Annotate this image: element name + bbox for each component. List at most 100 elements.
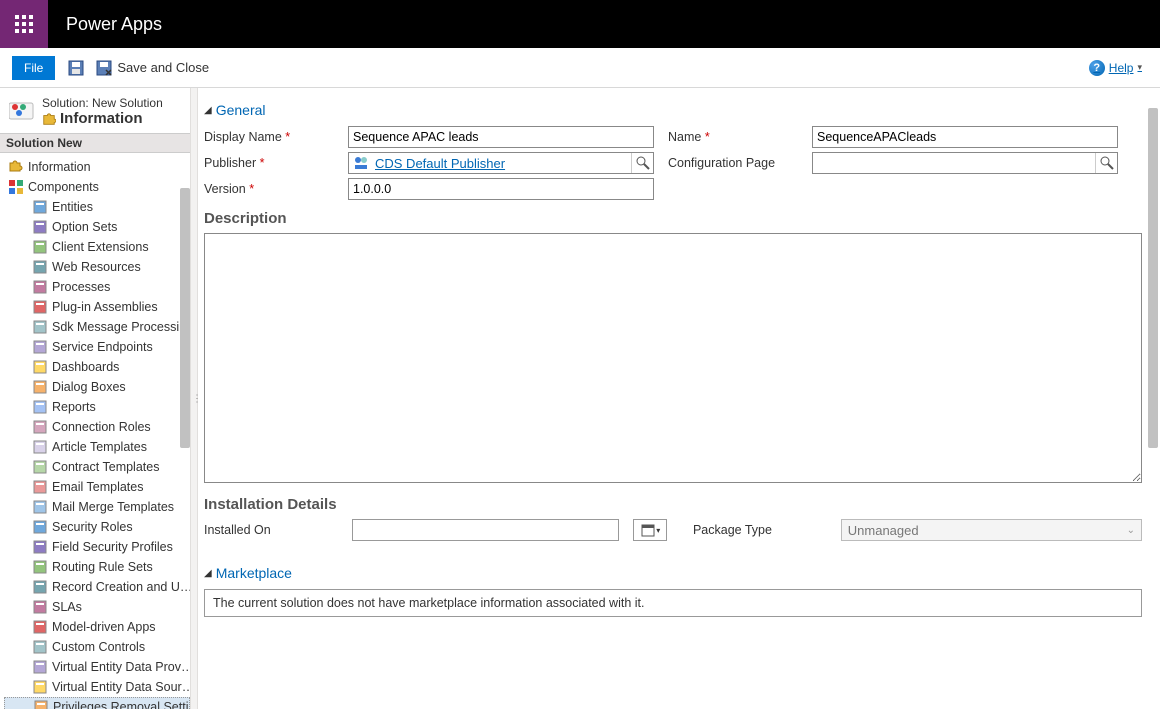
nav-component-item[interactable]: Sdk Message Processin… xyxy=(4,317,190,337)
nav-component-item[interactable]: Mail Merge Templates xyxy=(4,497,190,517)
date-picker-button[interactable]: ▾ xyxy=(633,519,666,541)
nav-item-label: Web Resources xyxy=(52,258,141,276)
version-input[interactable] xyxy=(348,178,654,200)
app-title: Power Apps xyxy=(66,14,162,35)
nav-item-label: Record Creation and U… xyxy=(52,578,190,596)
entity-icon xyxy=(32,499,48,515)
config-page-lookup-button[interactable] xyxy=(1095,153,1117,173)
calendar-icon xyxy=(640,522,656,538)
puzzle-icon xyxy=(42,112,56,126)
save-and-close-button[interactable]: Save and Close xyxy=(95,59,209,77)
nav-component-item[interactable]: Privileges Removal Setting xyxy=(4,697,190,709)
section-marketplace-label: Marketplace xyxy=(216,565,292,581)
installed-on-input[interactable] xyxy=(352,519,620,541)
nav-item-label: Field Security Profiles xyxy=(52,538,173,556)
nav-tree: InformationComponentsEntitiesOption Sets… xyxy=(0,153,190,709)
name-input[interactable] xyxy=(812,126,1118,148)
display-name-input[interactable] xyxy=(348,126,654,148)
save-button[interactable] xyxy=(67,59,89,77)
sidebar-scrollbar-thumb[interactable] xyxy=(180,188,190,448)
nav-item-label: Contract Templates xyxy=(52,458,159,476)
solution-header: Solution: New Solution Information xyxy=(0,88,190,133)
nav-component-item[interactable]: Security Roles xyxy=(4,517,190,537)
nav-component-item[interactable]: SLAs xyxy=(4,597,190,617)
entity-icon xyxy=(32,239,48,255)
file-menu-button[interactable]: File xyxy=(12,56,55,80)
entity-icon xyxy=(32,599,48,615)
nav-item-label: Processes xyxy=(52,278,110,296)
nav-component-item[interactable]: Contract Templates xyxy=(4,457,190,477)
nav-item-label: Information xyxy=(28,158,91,176)
entity-icon xyxy=(32,439,48,455)
package-type-label: Package Type xyxy=(693,523,827,537)
nav-item-label: Mail Merge Templates xyxy=(52,498,174,516)
nav-component-item[interactable]: Email Templates xyxy=(4,477,190,497)
nav-component-item[interactable]: Reports xyxy=(4,397,190,417)
entity-icon xyxy=(32,659,48,675)
nav-component-item[interactable]: Field Security Profiles xyxy=(4,537,190,557)
publisher-lookup[interactable]: CDS Default Publisher xyxy=(348,152,654,174)
entity-icon xyxy=(32,479,48,495)
nav-item-label: Virtual Entity Data Prov… xyxy=(52,658,190,676)
nav-section-title: Solution New xyxy=(0,133,190,153)
nav-component-item[interactable]: Record Creation and U… xyxy=(4,577,190,597)
entity-icon xyxy=(32,459,48,475)
nav-component-item[interactable]: Client Extensions xyxy=(4,237,190,257)
nav-component-item[interactable]: Virtual Entity Data Prov… xyxy=(4,657,190,677)
nav-component-item[interactable]: Dialog Boxes xyxy=(4,377,190,397)
nav-item-label: Email Templates xyxy=(52,478,143,496)
waffle-icon xyxy=(15,15,33,33)
entity-icon xyxy=(32,359,48,375)
marketplace-info-box: The current solution does not have marke… xyxy=(204,589,1142,617)
command-bar: File Save and Close ? Help ▾ xyxy=(0,48,1160,88)
section-marketplace-header[interactable]: ◢ Marketplace xyxy=(204,551,1142,589)
nav-information[interactable]: Information xyxy=(4,157,190,177)
entity-icon xyxy=(32,339,48,355)
nav-component-item[interactable]: Article Templates xyxy=(4,437,190,457)
nav-component-item[interactable]: Routing Rule Sets xyxy=(4,557,190,577)
nav-item-label: Entities xyxy=(52,198,93,216)
nav-component-item[interactable]: Entities xyxy=(4,197,190,217)
puzzle-icon xyxy=(8,159,24,175)
installation-details-header: Installation Details xyxy=(204,496,1142,513)
entity-icon xyxy=(32,419,48,435)
package-type-select[interactable]: Unmanaged ⌄ xyxy=(841,519,1142,541)
entity-icon xyxy=(32,519,48,535)
entity-icon xyxy=(32,679,48,695)
app-launcher-button[interactable] xyxy=(0,0,48,48)
content-scrollbar-thumb[interactable] xyxy=(1148,108,1158,448)
splitter[interactable]: ⋮ xyxy=(190,88,198,709)
nav-component-item[interactable]: Model-driven Apps xyxy=(4,617,190,637)
save-close-icon xyxy=(95,59,113,77)
nav-item-label: Client Extensions xyxy=(52,238,149,256)
nav-component-item[interactable]: Web Resources xyxy=(4,257,190,277)
nav-component-item[interactable]: Plug-in Assemblies xyxy=(4,297,190,317)
nav-component-item[interactable]: Service Endpoints xyxy=(4,337,190,357)
entity-icon xyxy=(32,559,48,575)
collapse-icon: ◢ xyxy=(204,105,212,116)
nav-component-item[interactable]: Virtual Entity Data Sour… xyxy=(4,677,190,697)
page-title: Information xyxy=(42,110,163,127)
nav-component-item[interactable]: Custom Controls xyxy=(4,637,190,657)
nav-item-label: Sdk Message Processin… xyxy=(52,318,190,336)
nav-component-item[interactable]: Processes xyxy=(4,277,190,297)
nav-component-item[interactable]: Option Sets xyxy=(4,217,190,237)
nav-component-item[interactable]: Dashboards xyxy=(4,357,190,377)
nav-item-label: Custom Controls xyxy=(52,638,145,656)
config-page-lookup[interactable] xyxy=(812,152,1118,174)
nav-item-label: Service Endpoints xyxy=(52,338,153,356)
global-header: Power Apps xyxy=(0,0,1160,48)
entity-icon xyxy=(32,259,48,275)
description-textarea[interactable] xyxy=(204,233,1142,483)
nav-component-item[interactable]: Connection Roles xyxy=(4,417,190,437)
nav-item-label: Dialog Boxes xyxy=(52,378,126,396)
description-header: Description xyxy=(204,210,1142,227)
help-link[interactable]: ? Help ▾ xyxy=(1089,60,1142,76)
package-type-value: Unmanaged xyxy=(848,523,919,538)
section-general-header[interactable]: ◢ General xyxy=(204,88,1142,126)
entity-icon xyxy=(32,199,48,215)
publisher-lookup-button[interactable] xyxy=(631,153,653,173)
help-icon: ? xyxy=(1089,60,1105,76)
nav-components[interactable]: Components xyxy=(4,177,190,197)
display-name-label: Display Name * xyxy=(204,130,340,144)
